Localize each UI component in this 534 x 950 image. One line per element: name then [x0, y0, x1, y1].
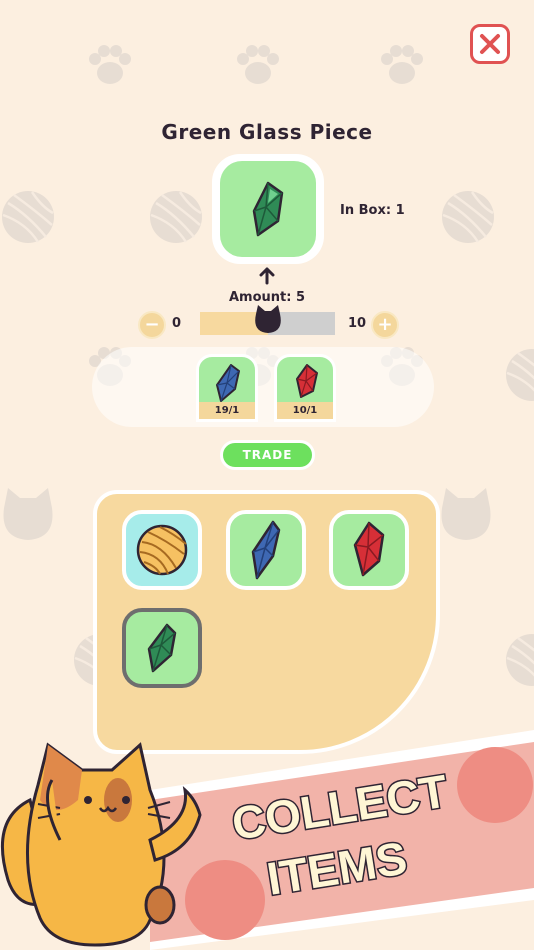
red-glass-piece-icon [296, 364, 318, 398]
recipe-count: 10/1 [277, 402, 333, 419]
slider-handle-cat-icon[interactable] [252, 304, 284, 340]
blue-glass-piece-icon [251, 520, 281, 580]
recipe-count: 19/1 [199, 402, 255, 419]
green-glass-piece-icon [147, 623, 177, 673]
inventory-slot-blue-glass[interactable] [226, 510, 306, 590]
inventory-slot-yarn[interactable] [122, 510, 202, 590]
promo-banner: COLLECT ITEMS [0, 730, 534, 950]
amount-label: Amount: 5 [228, 290, 306, 305]
recipe-bar [92, 347, 434, 427]
decrease-button[interactable]: − [138, 311, 166, 339]
close-icon [480, 34, 500, 54]
green-glass-piece-icon [252, 181, 284, 237]
recipe-ingredient: 10/1 [274, 354, 336, 422]
blue-glass-piece-icon [216, 364, 240, 402]
in-box-count: In Box: 1 [340, 203, 405, 218]
item-preview [212, 154, 324, 264]
close-button[interactable] [470, 24, 510, 64]
amount-min: 0 [172, 316, 182, 331]
cat-mascot-icon [0, 742, 202, 947]
inventory-slot-red-glass[interactable] [329, 510, 409, 590]
inventory-slot-green-glass[interactable] [122, 608, 202, 688]
increase-button[interactable]: + [371, 311, 399, 339]
trade-button[interactable]: TRADE [220, 440, 315, 470]
item-title: Green Glass Piece [161, 120, 373, 144]
arrow-up-icon [258, 267, 276, 289]
recipe-ingredient: 19/1 [196, 354, 258, 422]
amount-slider[interactable] [200, 305, 335, 335]
amount-max: 10 [348, 316, 367, 331]
red-glass-piece-icon [353, 521, 385, 577]
yarn-ball-icon [136, 524, 188, 576]
